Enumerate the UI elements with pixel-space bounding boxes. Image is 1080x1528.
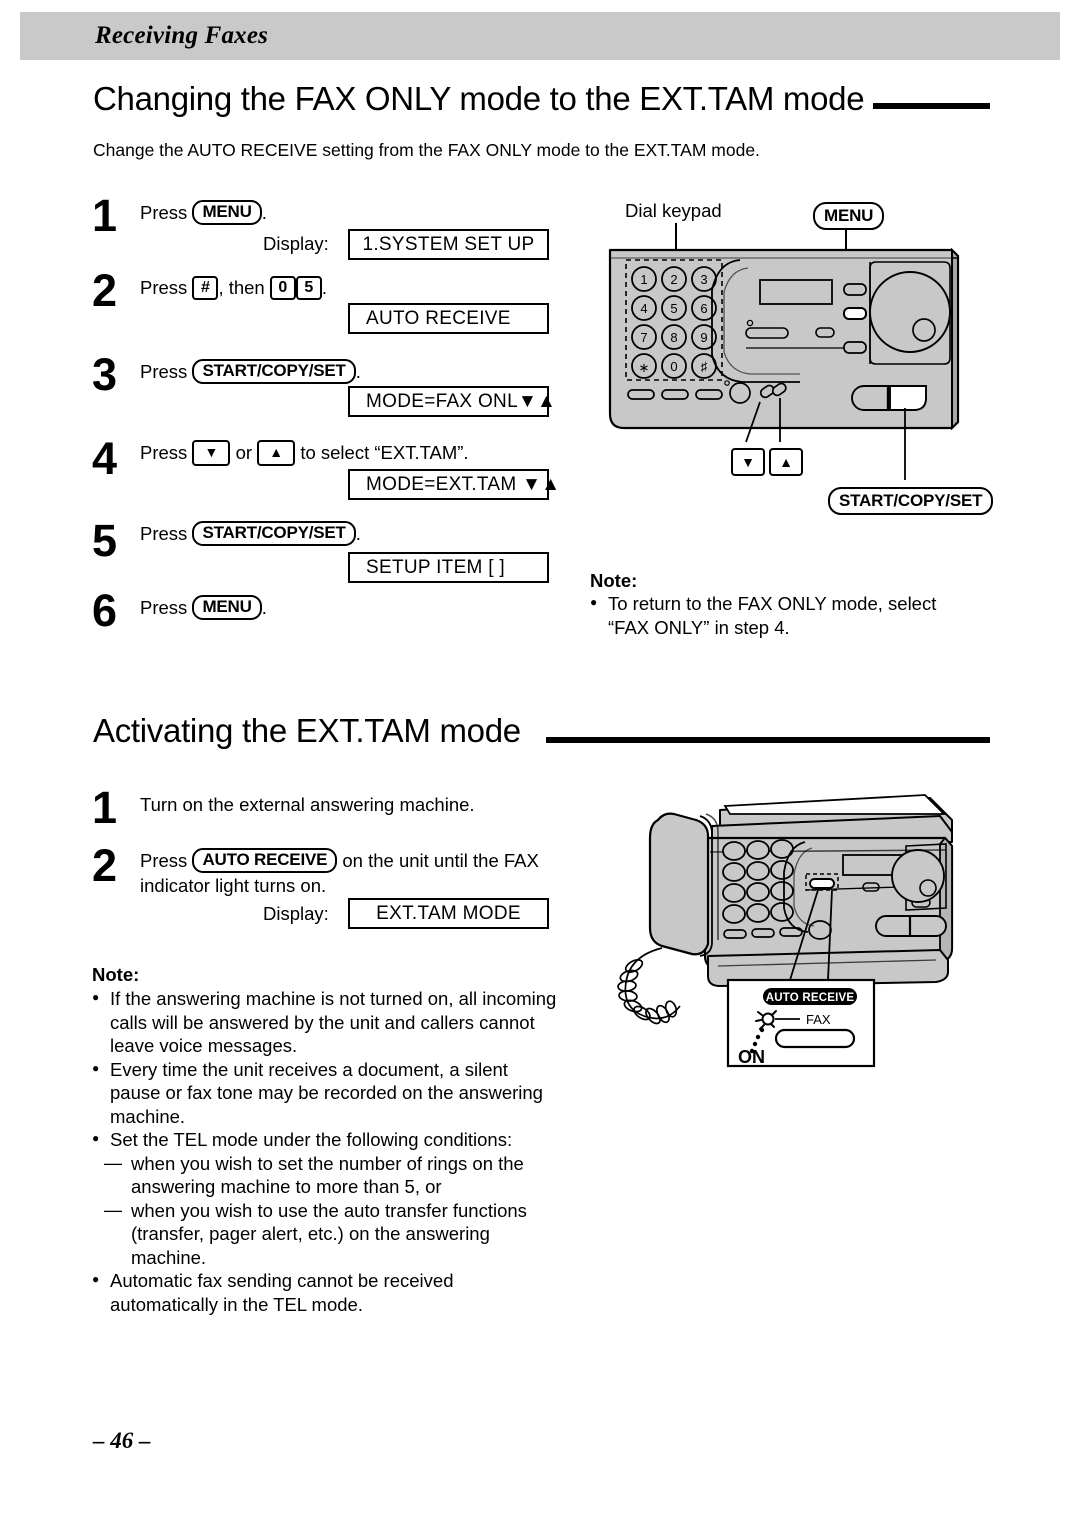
display-label-2: Display:: [263, 903, 329, 924]
svg-text:♯: ♯: [701, 359, 708, 374]
menu-key-inline-2[interactable]: MENU: [192, 595, 262, 620]
step6-period: .: [261, 597, 267, 618]
svg-text:ON: ON: [738, 1047, 765, 1067]
hash-key-inline[interactable]: #: [192, 276, 219, 300]
zero-key-inline[interactable]: 0: [269, 276, 296, 300]
svg-text:∗: ∗: [639, 360, 650, 375]
s2-step2-verb: Press: [140, 850, 188, 871]
step4-tail: to select “EXT.TAM”.: [300, 442, 469, 463]
svg-text:8: 8: [670, 330, 677, 345]
up-arrow-key-inline[interactable]: ▲: [257, 440, 296, 466]
down-arrow-callout: ▼: [731, 448, 765, 476]
section1-note-list: To return to the FAX ONLY mode, select “…: [590, 591, 970, 639]
step2-mid: , then: [218, 277, 265, 298]
step6-verb: Press: [140, 597, 188, 618]
page-number: – 46 –: [93, 1428, 151, 1453]
step1-verb: Press: [140, 202, 188, 223]
start-copy-set-key-inline-a[interactable]: START/COPY/SET: [192, 359, 356, 384]
step3-text: Press START/COPY/SET.: [140, 359, 361, 384]
manual-page: Receiving Faxes Changing the FAX ONLY mo…: [0, 0, 1080, 1528]
step1-period: .: [261, 202, 267, 223]
fax-machine-illustration: AUTO RECEIVE FAX ON: [600, 780, 1000, 1080]
step6-text: Press MENU.: [140, 595, 267, 620]
step4-verb: Press: [140, 442, 188, 463]
step6-number: 6: [92, 585, 118, 636]
lcd-display-1: 1.SYSTEM SET UP: [348, 229, 549, 260]
section2-heading: Activating the EXT.TAM mode: [93, 712, 521, 749]
note-item: Set the TEL mode under the following con…: [92, 1127, 562, 1152]
down-arrow-key-inline[interactable]: ▼: [192, 440, 231, 466]
note-item: If the answering machine is not turned o…: [92, 986, 562, 1058]
start-copy-set-key-inline-b[interactable]: START/COPY/SET: [192, 521, 356, 546]
note-item: Every time the unit receives a document,…: [92, 1057, 562, 1129]
five-key-inline[interactable]: 5: [295, 276, 322, 300]
svg-text:1: 1: [640, 272, 647, 287]
svg-text:0: 0: [670, 359, 677, 374]
section2-note-list: If the answering machine is not turned o…: [92, 986, 562, 1316]
s2-step2-text: Press AUTO RECEIVE on the unit until the…: [140, 848, 560, 898]
lcd-display-5: SETUP ITEM [ ]: [348, 552, 549, 583]
step1-text: Press MENU.: [140, 200, 267, 225]
svg-text:4: 4: [640, 301, 647, 316]
section1-note-title: Note:: [590, 570, 638, 591]
lcd-display-3: MODE=FAX ONL▼▲: [348, 386, 556, 417]
step4-text: Press ▼ or ▲ to select “EXT.TAM”.: [140, 440, 469, 466]
section1-heading-rule: [873, 103, 990, 109]
step5-verb: Press: [140, 523, 188, 544]
up-arrow-callout: ▲: [769, 448, 803, 476]
step3-number: 3: [92, 349, 118, 400]
step1-number: 1: [92, 190, 118, 241]
section2-heading-rule: [546, 737, 990, 743]
menu-key-inline[interactable]: MENU: [192, 200, 262, 225]
step5-text: Press START/COPY/SET.: [140, 521, 361, 546]
menu-callout-label: MENU: [813, 202, 885, 230]
svg-text:FAX: FAX: [806, 1012, 831, 1027]
lcd-display-2: AUTO RECEIVE: [348, 303, 549, 334]
note-item: Automatic fax sending cannot be received…: [92, 1268, 562, 1316]
svg-text:2: 2: [670, 272, 677, 287]
lcd-display-4: MODE=EXT.TAM ▼▲: [348, 469, 560, 500]
step3-verb: Press: [140, 361, 188, 382]
svg-text:3: 3: [700, 272, 707, 287]
note-sub-item: when you wish to set the number of rings…: [98, 1152, 562, 1199]
step3-period: .: [355, 361, 361, 382]
step2-verb: Press: [140, 277, 188, 298]
svg-text:7: 7: [640, 330, 647, 345]
display-label-1: Display:: [263, 233, 329, 254]
lcd-display-exttam: EXT.TAM MODE: [348, 898, 549, 929]
svg-text:AUTO RECEIVE: AUTO RECEIVE: [766, 992, 855, 1004]
svg-text:5: 5: [670, 301, 677, 316]
svg-text:9: 9: [700, 330, 707, 345]
s2-step1-number: 1: [92, 782, 118, 833]
note-item: To return to the FAX ONLY mode, select “…: [590, 591, 970, 639]
start-copy-set-callout-label: START/COPY/SET: [828, 487, 994, 515]
step5-period: .: [355, 523, 361, 544]
step2-number: 2: [92, 265, 118, 316]
running-header-title: Receiving Faxes: [95, 22, 269, 49]
note-sub-item: when you wish to use the auto transfer f…: [98, 1199, 562, 1270]
auto-receive-key-inline[interactable]: AUTO RECEIVE: [192, 848, 338, 873]
s2-step2-number: 2: [92, 840, 118, 891]
step4-number: 4: [92, 433, 118, 484]
step2-text: Press #, then 05.: [140, 275, 327, 300]
section1-intro: Change the AUTO RECEIVE setting from the…: [93, 140, 760, 160]
section2-note-title: Note:: [92, 964, 140, 985]
s2-step1-text: Turn on the external answering machine.: [140, 794, 475, 815]
svg-text:6: 6: [700, 301, 707, 316]
step5-number: 5: [92, 515, 118, 566]
step4-mid: or: [235, 442, 253, 463]
dial-keypad-label: Dial keypad: [625, 200, 722, 221]
step2-period: .: [321, 277, 328, 298]
section1-heading: Changing the FAX ONLY mode to the EXT.TA…: [93, 80, 865, 117]
